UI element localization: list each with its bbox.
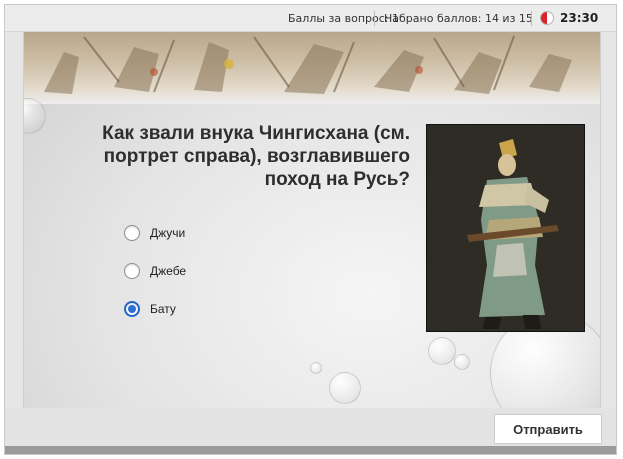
question-text: Как звали внука Чингисхана (см. портрет … (102, 123, 410, 190)
radio-button[interactable] (124, 225, 140, 241)
decorative-bubble (310, 362, 322, 374)
answer-options: Джучи Джебе Бату (124, 214, 186, 328)
radio-button-selected[interactable] (124, 301, 140, 317)
score-counter: Набрано баллов: 14 из 15 (384, 12, 533, 25)
answer-label: Джучи (150, 226, 186, 240)
footer-strip (5, 446, 616, 454)
timer: 23:30 (560, 11, 599, 25)
timer-icon (540, 11, 554, 25)
radio-button[interactable] (124, 263, 140, 279)
divider (374, 11, 375, 26)
answer-option[interactable]: Джебе (124, 252, 186, 290)
question-slide: Как звали внука Чингисхана (см. портрет … (23, 32, 601, 408)
status-bar: Баллы за вопрос: 1 Набрано баллов: 14 из… (5, 5, 616, 32)
portrait-image (426, 124, 585, 332)
decorative-bubble (428, 337, 456, 365)
answer-label: Бату (150, 302, 176, 316)
submit-button[interactable]: Отправить (494, 414, 602, 444)
answer-option[interactable]: Бату (124, 290, 186, 328)
battle-banner-image (24, 32, 600, 104)
decorative-bubble (454, 354, 470, 370)
divider (531, 11, 532, 26)
quiz-window: Баллы за вопрос: 1 Набрано баллов: 14 из… (4, 4, 617, 455)
answer-option[interactable]: Джучи (124, 214, 186, 252)
answer-label: Джебе (150, 264, 187, 278)
points-per-question: Баллы за вопрос: 1 (288, 12, 399, 25)
decorative-bubble (329, 372, 361, 404)
